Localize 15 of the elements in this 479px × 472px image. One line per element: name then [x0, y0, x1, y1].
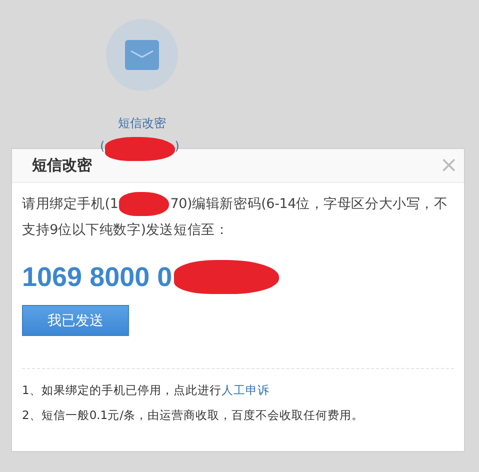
- appeal-link[interactable]: 人工申诉: [221, 383, 270, 397]
- dialog-title: 短信改密: [32, 156, 92, 175]
- envelope-icon[interactable]: [124, 37, 160, 73]
- paren-text: (: [100, 139, 105, 153]
- paren-text: ): [174, 139, 180, 153]
- note-text: 2、短信一般0.1元/条，由运营商收取，百度不会收取任何费用。: [22, 407, 364, 424]
- redaction-mark: [119, 192, 170, 216]
- item-label[interactable]: 短信改密: [92, 116, 192, 131]
- sent-button[interactable]: 我已发送: [22, 305, 129, 336]
- instruction-text: 支持9位以下纯数字)发送短信至：: [22, 222, 229, 238]
- instruction-text: 70)编辑新密码(6-14位，字母区分大小写，不: [170, 195, 448, 214]
- redaction-mark: [104, 137, 175, 161]
- sms-number: 1069 8000 0: [22, 262, 172, 292]
- instruction-text: 请用绑定手机(1: [22, 195, 118, 214]
- note-text: 1、如果绑定的手机已停用，点此进行人工申诉: [22, 382, 270, 399]
